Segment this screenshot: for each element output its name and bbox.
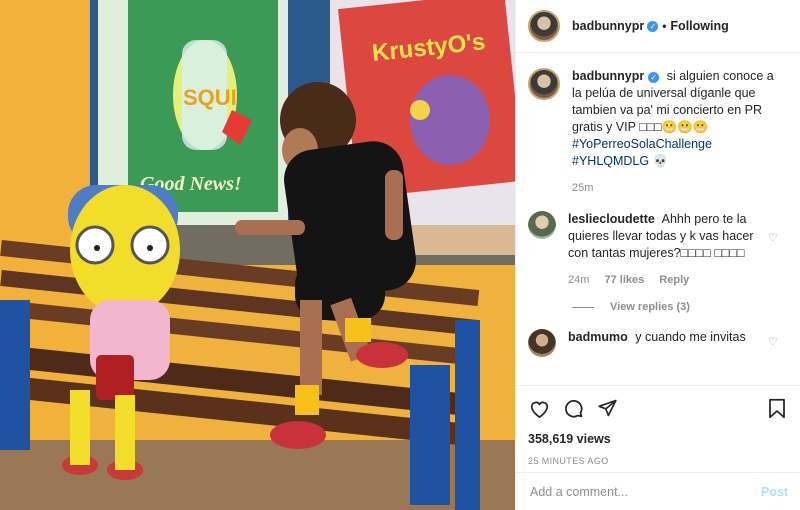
following-button[interactable]: Following xyxy=(670,19,728,33)
view-replies-label: View replies (3) xyxy=(610,301,690,313)
hashtag-link[interactable]: #YHLQMDLG xyxy=(572,154,649,168)
caption-username[interactable]: badbunnypr xyxy=(572,69,644,83)
add-comment-input[interactable] xyxy=(530,484,761,499)
caption-age[interactable]: 25m xyxy=(572,182,593,194)
add-comment-bar: Post xyxy=(516,472,800,510)
view-count[interactable]: 358,619 views xyxy=(528,432,788,446)
author-username[interactable]: badbunnypr xyxy=(572,19,644,33)
post-comment-button[interactable]: Post xyxy=(761,485,788,499)
comment-item: badmumo y cuando me invitas ♡ xyxy=(528,329,786,357)
comment-age[interactable]: 24m xyxy=(568,274,589,286)
author-avatar[interactable] xyxy=(528,10,560,42)
post-actions: 358,619 views 25 MINUTES AGO xyxy=(516,385,800,466)
like-heart-icon[interactable] xyxy=(528,397,550,419)
comment-bubble-icon[interactable] xyxy=(562,397,584,419)
like-comment-heart-icon[interactable]: ♡ xyxy=(768,337,778,348)
post-timestamp[interactable]: 25 MINUTES AGO xyxy=(528,456,788,466)
post-media-video[interactable]: SQUI Good News! KrustyO's xyxy=(0,0,515,510)
share-paper-plane-icon[interactable] xyxy=(596,397,618,419)
comment-likes[interactable]: 77 likes xyxy=(604,274,644,286)
view-replies-button[interactable]: View replies (3) xyxy=(572,301,786,313)
like-comment-heart-icon[interactable]: ♡ xyxy=(768,233,778,244)
caption-verified-icon: ✓ xyxy=(648,72,660,83)
post-header: badbunnypr ✓ • Following xyxy=(516,0,800,53)
video-frame: SQUI Good News! KrustyO's xyxy=(0,0,515,510)
comment-item: lesliecloudette Ahhh pero te la quieres … xyxy=(528,211,786,289)
header-separator: • xyxy=(662,19,667,33)
verified-badge-icon: ✓ xyxy=(647,20,659,32)
save-bookmark-icon[interactable] xyxy=(766,397,788,419)
replies-divider xyxy=(572,306,594,308)
comment-text: y cuando me invitas xyxy=(635,330,746,344)
caption: badbunnypr ✓ si alguien conoce a la pelúa… xyxy=(528,68,786,197)
post-side-panel: badbunnypr ✓ • Following badbunnypr ✓ si … xyxy=(515,0,800,510)
skull-emoji: 💀 xyxy=(652,154,669,168)
comment-username[interactable]: badmumo xyxy=(568,330,628,344)
poster1-brand: SQUI xyxy=(183,85,237,110)
comment-username[interactable]: lesliecloudette xyxy=(568,212,655,226)
reply-button[interactable]: Reply xyxy=(659,274,689,286)
commenter-avatar[interactable] xyxy=(528,329,556,357)
comments-list[interactable]: badbunnypr ✓ si alguien conoce a la pelúa… xyxy=(516,54,800,380)
commenter-avatar[interactable] xyxy=(528,211,556,239)
hashtag-link[interactable]: #YoPerreoSolaChallenge xyxy=(572,137,712,151)
caption-avatar[interactable] xyxy=(528,68,560,100)
